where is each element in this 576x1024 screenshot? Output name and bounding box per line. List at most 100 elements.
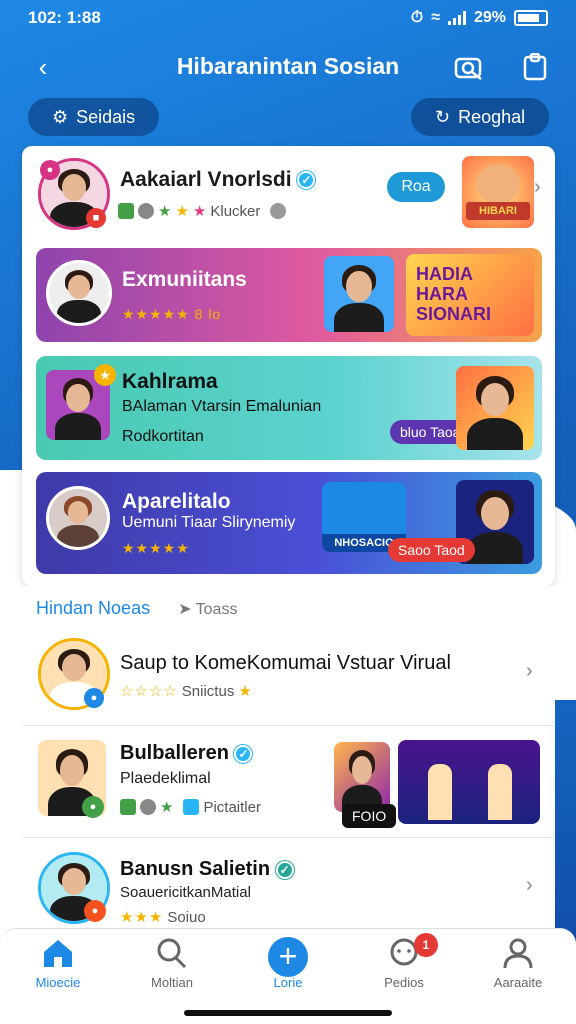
list-header: Hindan Noeas ➤ Toass — [36, 598, 237, 619]
banner-1-name: Exmuniitans — [122, 268, 247, 291]
share-button[interactable] — [518, 50, 552, 84]
banner-1-art-text: HADIA HARA SIONARI — [416, 264, 492, 324]
featured-meta: ★ ★ ★ Klucker — [118, 202, 287, 220]
notification-badge: 1 — [414, 933, 438, 957]
star-icon: ★ — [160, 799, 174, 816]
live-badge-icon: ● — [40, 160, 60, 180]
banner-1-meta: ★★★★★ 8 lo — [122, 306, 222, 322]
recommend-list: Hindan Noeas ➤ Toass ● Saup to KomeKomum… — [22, 586, 555, 936]
status-bar: 102: 1:88 ⏱ ≈ 29% — [0, 0, 576, 36]
verified-icon: ✓ — [234, 744, 253, 763]
refresh-icon: ↻ — [435, 106, 451, 127]
battery-icon — [514, 10, 548, 26]
list-item-3-name-row: Banusn Salietin ✓ — [120, 858, 294, 881]
profile-icon — [503, 938, 533, 969]
coin-icon — [140, 799, 156, 815]
home-indicator — [184, 1010, 392, 1016]
banner-3-meta: ★★★★★ — [122, 540, 190, 556]
featured-name-row: Aakaiarl Vnorlsdi ✓ — [120, 168, 316, 192]
mascot-face — [476, 164, 520, 204]
clipboard-icon — [523, 53, 547, 81]
list-item-2-thumb-2 — [398, 740, 540, 824]
refresh-pill[interactable]: ↻ Reoghal — [411, 98, 550, 136]
list-item[interactable]: ● Bulballeren ✓ Plaedeklimal ★ Pictaitle… — [22, 726, 555, 838]
featured-card: ● ■ Aakaiarl Vnorlsdi ✓ ★ ★ ★ Klucker Ro… — [22, 146, 555, 586]
wifi-icon: ≈ — [431, 9, 440, 26]
featured-sticker[interactable]: HIBARI — [462, 156, 534, 228]
settings-pill[interactable]: ⚙ Seidais — [28, 98, 160, 136]
gift-icon — [118, 203, 134, 219]
list-item-2-badge-icon: ● — [82, 796, 104, 818]
gear-icon: ⚙ — [52, 106, 69, 127]
nav-home[interactable]: Mioecie — [10, 937, 106, 990]
banner-1-avatar — [46, 260, 112, 326]
list-item-2-meta: ★ Pictaitler — [120, 798, 261, 816]
list-item-3-badge-icon: ● — [84, 900, 106, 922]
banner-2-badge-icon: ★ — [94, 364, 116, 386]
banner-2-sub: BAlaman Vtarsin Emalunian — [122, 398, 322, 415]
chevron-right-icon[interactable]: › — [526, 874, 533, 897]
nav-messages[interactable]: Pedios 1 — [356, 933, 452, 990]
banner-1-art: HADIA HARA SIONARI — [406, 254, 534, 336]
featured-name: Aakaiarl Vnorlsdi — [120, 168, 292, 191]
camera-icon — [183, 799, 200, 815]
sticker-label: HIBARI — [466, 202, 530, 220]
star-pink-icon: ★ — [192, 203, 207, 220]
rating-icon: ☆☆☆☆ — [120, 683, 178, 700]
list-heading: Hindan Noeas — [36, 598, 151, 618]
banner-2-name: Kahlrama — [122, 370, 218, 393]
list-item-3-sub: SoauericitkanMatial — [120, 884, 251, 901]
status-icons: ⏱ ≈ 29% — [411, 9, 548, 27]
list-item-1-meta: ☆☆☆☆ Sniictus ★ — [120, 682, 253, 701]
tag-badge-icon: ■ — [86, 208, 106, 228]
banner-card-3[interactable]: Aparelitalo Uemuni Tiaar Slirynemiy ★★★★… — [36, 472, 542, 574]
star-green-icon: ★ — [158, 203, 172, 220]
banner-2-meta: Rodkortitan — [122, 428, 204, 445]
battery-percent: 29% — [473, 9, 506, 26]
star-yellow-icon: ★ — [175, 203, 189, 220]
nav-search[interactable]: Moltian — [124, 937, 220, 990]
back-arrow-icon: ‹ — [38, 51, 48, 82]
search-icon — [157, 938, 187, 969]
signal-icon — [447, 11, 466, 25]
settings-pill-label: Seidais — [76, 106, 136, 127]
camera-search-icon — [454, 57, 482, 80]
banner-2-thumb — [456, 366, 534, 450]
star-icon: ★ — [238, 683, 253, 700]
list-item[interactable]: ● Saup to KomeKomumai Vstuar Virual ☆☆☆☆… — [22, 622, 555, 726]
app-header: ‹ Hibaranintan Sosian — [0, 44, 576, 88]
list-item-1-name: Saup to KomeKomumai Vstuar Virual — [120, 652, 451, 674]
banner-3-avatar — [46, 486, 110, 550]
verified-icon: ✓ — [297, 171, 316, 190]
rating-icon: ★★★ — [120, 909, 164, 926]
list-item-2-name-row: Bulballeren ✓ — [120, 742, 253, 765]
nav-add[interactable]: + Lorie — [240, 937, 336, 990]
nav-profile[interactable]: Aaraaite — [470, 937, 566, 990]
verified-icon: ✓ — [275, 860, 294, 879]
list-item-1-badge-icon: ● — [84, 688, 104, 708]
list-item-3-meta: ★★★ Soiuo — [120, 908, 206, 927]
list-item-2-sub: Plaedeklimal — [120, 770, 211, 787]
featured-meta-text: Klucker — [210, 202, 261, 220]
banner-card-2[interactable]: ★ Kahlrama BAlaman Vtarsin Emalunian Rod… — [36, 356, 542, 460]
refresh-pill-label: Reoghal — [458, 106, 526, 127]
search-button[interactable] — [452, 50, 486, 84]
banner-1-thumb-person — [324, 256, 394, 332]
back-button[interactable]: ‹ — [26, 50, 60, 84]
gift-icon — [120, 799, 136, 815]
home-icon — [44, 940, 72, 967]
alarm-icon: ⏱ — [410, 9, 424, 26]
status-time: 102: 1:88 — [28, 8, 101, 27]
list-item-2-thumb-label: FOIO — [342, 804, 397, 828]
chevron-right-icon[interactable]: › — [534, 176, 541, 199]
banner-3-name: Aparelitalo — [122, 490, 231, 513]
coin-icon — [138, 203, 154, 219]
page-title: Hibaranintan Sosian — [176, 52, 400, 79]
banner-card-1[interactable]: Exmuniitans ★★★★★ 8 lo HADIA HARA SIONAR… — [36, 248, 542, 342]
chevron-right-icon[interactable]: › — [526, 660, 533, 683]
follow-button[interactable]: Roa — [387, 172, 445, 202]
list-item[interactable]: ● Banusn Salietin ✓ SoauericitkanMatial … — [22, 838, 555, 936]
banner-3-tag[interactable]: Saoo Taod — [388, 538, 475, 562]
list-heading-link[interactable]: ➤ Toass — [178, 599, 237, 619]
info-icon — [270, 203, 287, 219]
